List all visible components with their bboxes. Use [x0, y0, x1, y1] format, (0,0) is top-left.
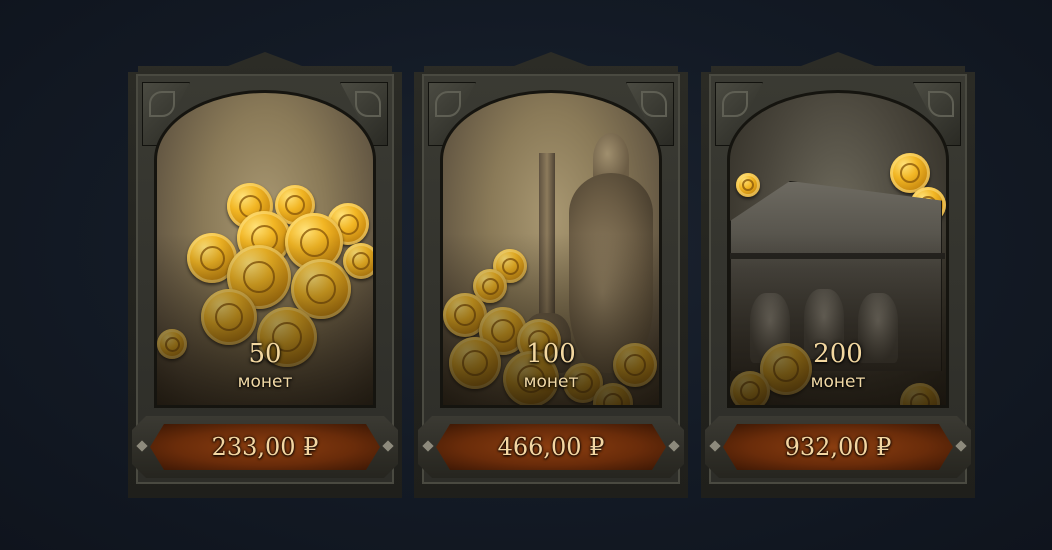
- buy-200-button[interactable]: 932,00 ₽: [723, 424, 953, 470]
- coin-amount: 200: [813, 339, 863, 369]
- coin-pack-100-card[interactable]: 100 монет 466,00 ₽: [414, 52, 688, 498]
- buy-50-button[interactable]: 233,00 ₽: [150, 424, 380, 470]
- price-label: 932,00 ₽: [784, 433, 892, 461]
- coin-unit-label: монет: [237, 372, 293, 392]
- coin-shop: 50 монет 233,00 ₽ 100 монет 466,00 ₽ 200…: [0, 0, 1052, 550]
- coin-pack-200-card[interactable]: 200 монет 932,00 ₽: [701, 52, 975, 498]
- price-label: 466,00 ₽: [497, 433, 605, 461]
- coin-unit-label: монет: [523, 372, 579, 392]
- price-label: 233,00 ₽: [211, 433, 319, 461]
- price-plaque[interactable]: 932,00 ₽: [705, 416, 971, 478]
- buy-100-button[interactable]: 466,00 ₽: [436, 424, 666, 470]
- price-plaque[interactable]: 466,00 ₽: [418, 416, 684, 478]
- coin-pack-50-card[interactable]: 50 монет 233,00 ₽: [128, 52, 402, 498]
- coin-amount: 100: [526, 339, 576, 369]
- price-plaque[interactable]: 233,00 ₽: [132, 416, 398, 478]
- coin-unit-label: монет: [810, 372, 866, 392]
- coin-amount: 50: [248, 339, 282, 369]
